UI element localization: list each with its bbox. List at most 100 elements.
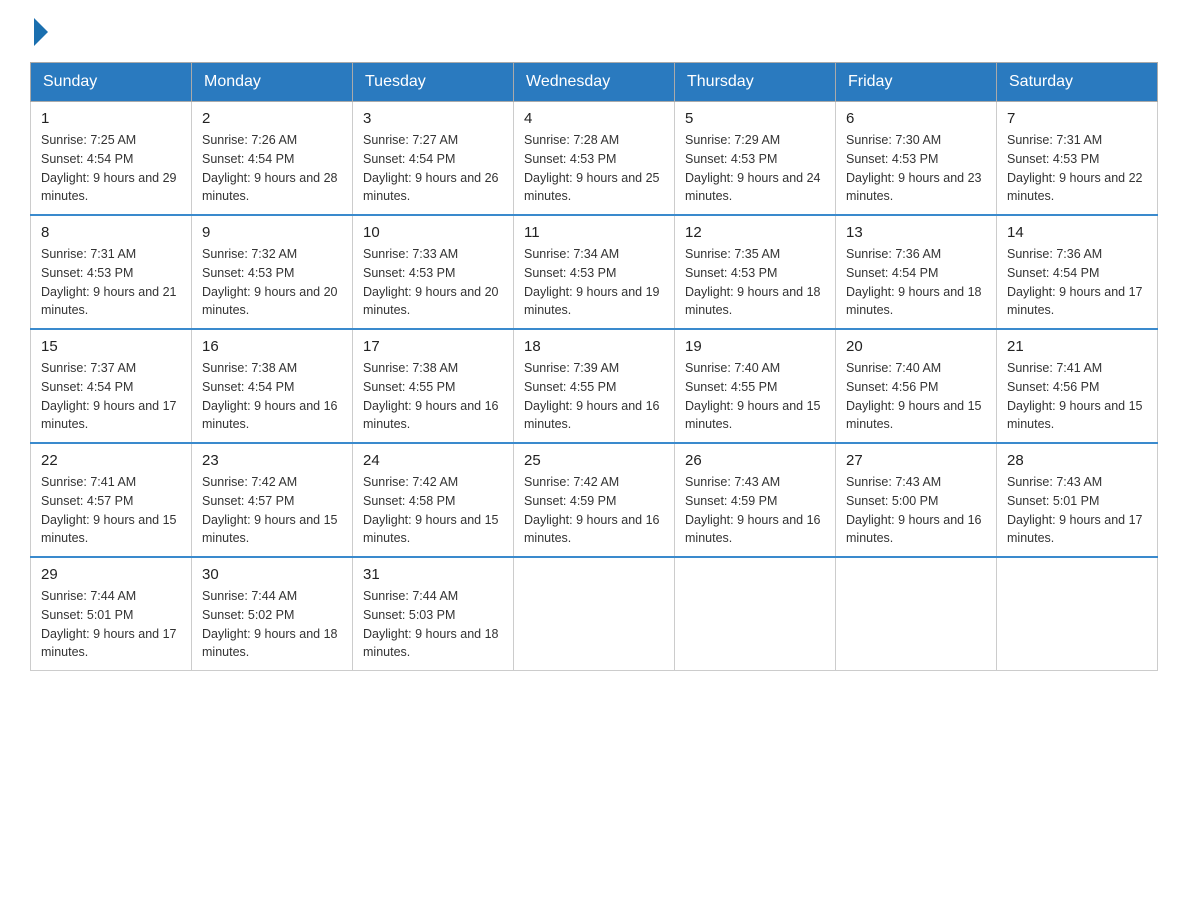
day-info: Sunrise: 7:41 AM Sunset: 4:56 PM Dayligh… — [1007, 359, 1147, 434]
day-number: 2 — [202, 110, 342, 127]
calendar-cell: 21 Sunrise: 7:41 AM Sunset: 4:56 PM Dayl… — [997, 329, 1158, 443]
weekday-header-saturday: Saturday — [997, 63, 1158, 102]
logo — [30, 20, 52, 46]
calendar-cell: 10 Sunrise: 7:33 AM Sunset: 4:53 PM Dayl… — [353, 215, 514, 329]
calendar-cell: 16 Sunrise: 7:38 AM Sunset: 4:54 PM Dayl… — [192, 329, 353, 443]
calendar-cell: 13 Sunrise: 7:36 AM Sunset: 4:54 PM Dayl… — [836, 215, 997, 329]
day-info: Sunrise: 7:36 AM Sunset: 4:54 PM Dayligh… — [1007, 245, 1147, 320]
day-number: 8 — [41, 224, 181, 241]
calendar-cell: 25 Sunrise: 7:42 AM Sunset: 4:59 PM Dayl… — [514, 443, 675, 557]
day-info: Sunrise: 7:44 AM Sunset: 5:02 PM Dayligh… — [202, 587, 342, 662]
day-number: 11 — [524, 224, 664, 241]
calendar-cell: 4 Sunrise: 7:28 AM Sunset: 4:53 PM Dayli… — [514, 102, 675, 216]
day-number: 30 — [202, 566, 342, 583]
day-number: 10 — [363, 224, 503, 241]
calendar-cell: 30 Sunrise: 7:44 AM Sunset: 5:02 PM Dayl… — [192, 557, 353, 671]
calendar-cell: 6 Sunrise: 7:30 AM Sunset: 4:53 PM Dayli… — [836, 102, 997, 216]
day-number: 12 — [685, 224, 825, 241]
day-number: 18 — [524, 338, 664, 355]
day-number: 13 — [846, 224, 986, 241]
calendar-cell — [997, 557, 1158, 671]
calendar-cell — [675, 557, 836, 671]
day-number: 31 — [363, 566, 503, 583]
calendar-cell: 26 Sunrise: 7:43 AM Sunset: 4:59 PM Dayl… — [675, 443, 836, 557]
day-info: Sunrise: 7:34 AM Sunset: 4:53 PM Dayligh… — [524, 245, 664, 320]
calendar-week-row: 8 Sunrise: 7:31 AM Sunset: 4:53 PM Dayli… — [31, 215, 1158, 329]
day-number: 3 — [363, 110, 503, 127]
calendar-week-row: 22 Sunrise: 7:41 AM Sunset: 4:57 PM Dayl… — [31, 443, 1158, 557]
day-info: Sunrise: 7:37 AM Sunset: 4:54 PM Dayligh… — [41, 359, 181, 434]
day-number: 24 — [363, 452, 503, 469]
day-info: Sunrise: 7:26 AM Sunset: 4:54 PM Dayligh… — [202, 131, 342, 206]
day-info: Sunrise: 7:40 AM Sunset: 4:56 PM Dayligh… — [846, 359, 986, 434]
day-number: 9 — [202, 224, 342, 241]
calendar-table: SundayMondayTuesdayWednesdayThursdayFrid… — [30, 62, 1158, 671]
calendar-cell: 3 Sunrise: 7:27 AM Sunset: 4:54 PM Dayli… — [353, 102, 514, 216]
day-info: Sunrise: 7:44 AM Sunset: 5:01 PM Dayligh… — [41, 587, 181, 662]
day-info: Sunrise: 7:44 AM Sunset: 5:03 PM Dayligh… — [363, 587, 503, 662]
calendar-cell: 12 Sunrise: 7:35 AM Sunset: 4:53 PM Dayl… — [675, 215, 836, 329]
day-info: Sunrise: 7:42 AM Sunset: 4:59 PM Dayligh… — [524, 473, 664, 548]
weekday-header-sunday: Sunday — [31, 63, 192, 102]
weekday-header-monday: Monday — [192, 63, 353, 102]
day-number: 15 — [41, 338, 181, 355]
calendar-cell: 14 Sunrise: 7:36 AM Sunset: 4:54 PM Dayl… — [997, 215, 1158, 329]
day-info: Sunrise: 7:31 AM Sunset: 4:53 PM Dayligh… — [1007, 131, 1147, 206]
calendar-cell: 19 Sunrise: 7:40 AM Sunset: 4:55 PM Dayl… — [675, 329, 836, 443]
day-number: 19 — [685, 338, 825, 355]
day-info: Sunrise: 7:32 AM Sunset: 4:53 PM Dayligh… — [202, 245, 342, 320]
day-info: Sunrise: 7:35 AM Sunset: 4:53 PM Dayligh… — [685, 245, 825, 320]
calendar-cell: 20 Sunrise: 7:40 AM Sunset: 4:56 PM Dayl… — [836, 329, 997, 443]
calendar-cell: 11 Sunrise: 7:34 AM Sunset: 4:53 PM Dayl… — [514, 215, 675, 329]
calendar-cell: 18 Sunrise: 7:39 AM Sunset: 4:55 PM Dayl… — [514, 329, 675, 443]
day-info: Sunrise: 7:27 AM Sunset: 4:54 PM Dayligh… — [363, 131, 503, 206]
day-info: Sunrise: 7:43 AM Sunset: 5:00 PM Dayligh… — [846, 473, 986, 548]
calendar-week-row: 29 Sunrise: 7:44 AM Sunset: 5:01 PM Dayl… — [31, 557, 1158, 671]
weekday-header-thursday: Thursday — [675, 63, 836, 102]
day-info: Sunrise: 7:31 AM Sunset: 4:53 PM Dayligh… — [41, 245, 181, 320]
day-number: 5 — [685, 110, 825, 127]
day-number: 6 — [846, 110, 986, 127]
weekday-header-tuesday: Tuesday — [353, 63, 514, 102]
calendar-cell: 28 Sunrise: 7:43 AM Sunset: 5:01 PM Dayl… — [997, 443, 1158, 557]
weekday-header-row: SundayMondayTuesdayWednesdayThursdayFrid… — [31, 63, 1158, 102]
calendar-week-row: 15 Sunrise: 7:37 AM Sunset: 4:54 PM Dayl… — [31, 329, 1158, 443]
day-number: 20 — [846, 338, 986, 355]
day-number: 17 — [363, 338, 503, 355]
calendar-cell: 24 Sunrise: 7:42 AM Sunset: 4:58 PM Dayl… — [353, 443, 514, 557]
calendar-cell: 22 Sunrise: 7:41 AM Sunset: 4:57 PM Dayl… — [31, 443, 192, 557]
calendar-week-row: 1 Sunrise: 7:25 AM Sunset: 4:54 PM Dayli… — [31, 102, 1158, 216]
calendar-cell: 29 Sunrise: 7:44 AM Sunset: 5:01 PM Dayl… — [31, 557, 192, 671]
day-info: Sunrise: 7:43 AM Sunset: 5:01 PM Dayligh… — [1007, 473, 1147, 548]
calendar-cell: 8 Sunrise: 7:31 AM Sunset: 4:53 PM Dayli… — [31, 215, 192, 329]
day-info: Sunrise: 7:39 AM Sunset: 4:55 PM Dayligh… — [524, 359, 664, 434]
day-info: Sunrise: 7:33 AM Sunset: 4:53 PM Dayligh… — [363, 245, 503, 320]
day-info: Sunrise: 7:29 AM Sunset: 4:53 PM Dayligh… — [685, 131, 825, 206]
calendar-cell: 15 Sunrise: 7:37 AM Sunset: 4:54 PM Dayl… — [31, 329, 192, 443]
weekday-header-wednesday: Wednesday — [514, 63, 675, 102]
calendar-cell: 23 Sunrise: 7:42 AM Sunset: 4:57 PM Dayl… — [192, 443, 353, 557]
day-number: 28 — [1007, 452, 1147, 469]
day-info: Sunrise: 7:42 AM Sunset: 4:58 PM Dayligh… — [363, 473, 503, 548]
day-info: Sunrise: 7:30 AM Sunset: 4:53 PM Dayligh… — [846, 131, 986, 206]
calendar-cell: 27 Sunrise: 7:43 AM Sunset: 5:00 PM Dayl… — [836, 443, 997, 557]
day-info: Sunrise: 7:38 AM Sunset: 4:55 PM Dayligh… — [363, 359, 503, 434]
day-info: Sunrise: 7:43 AM Sunset: 4:59 PM Dayligh… — [685, 473, 825, 548]
day-info: Sunrise: 7:40 AM Sunset: 4:55 PM Dayligh… — [685, 359, 825, 434]
page-header — [30, 20, 1158, 46]
day-info: Sunrise: 7:42 AM Sunset: 4:57 PM Dayligh… — [202, 473, 342, 548]
day-number: 29 — [41, 566, 181, 583]
day-info: Sunrise: 7:41 AM Sunset: 4:57 PM Dayligh… — [41, 473, 181, 548]
day-number: 26 — [685, 452, 825, 469]
day-number: 23 — [202, 452, 342, 469]
day-number: 4 — [524, 110, 664, 127]
day-number: 27 — [846, 452, 986, 469]
day-number: 7 — [1007, 110, 1147, 127]
day-info: Sunrise: 7:25 AM Sunset: 4:54 PM Dayligh… — [41, 131, 181, 206]
calendar-cell: 2 Sunrise: 7:26 AM Sunset: 4:54 PM Dayli… — [192, 102, 353, 216]
day-number: 16 — [202, 338, 342, 355]
calendar-cell: 5 Sunrise: 7:29 AM Sunset: 4:53 PM Dayli… — [675, 102, 836, 216]
day-info: Sunrise: 7:38 AM Sunset: 4:54 PM Dayligh… — [202, 359, 342, 434]
calendar-cell: 7 Sunrise: 7:31 AM Sunset: 4:53 PM Dayli… — [997, 102, 1158, 216]
day-number: 25 — [524, 452, 664, 469]
